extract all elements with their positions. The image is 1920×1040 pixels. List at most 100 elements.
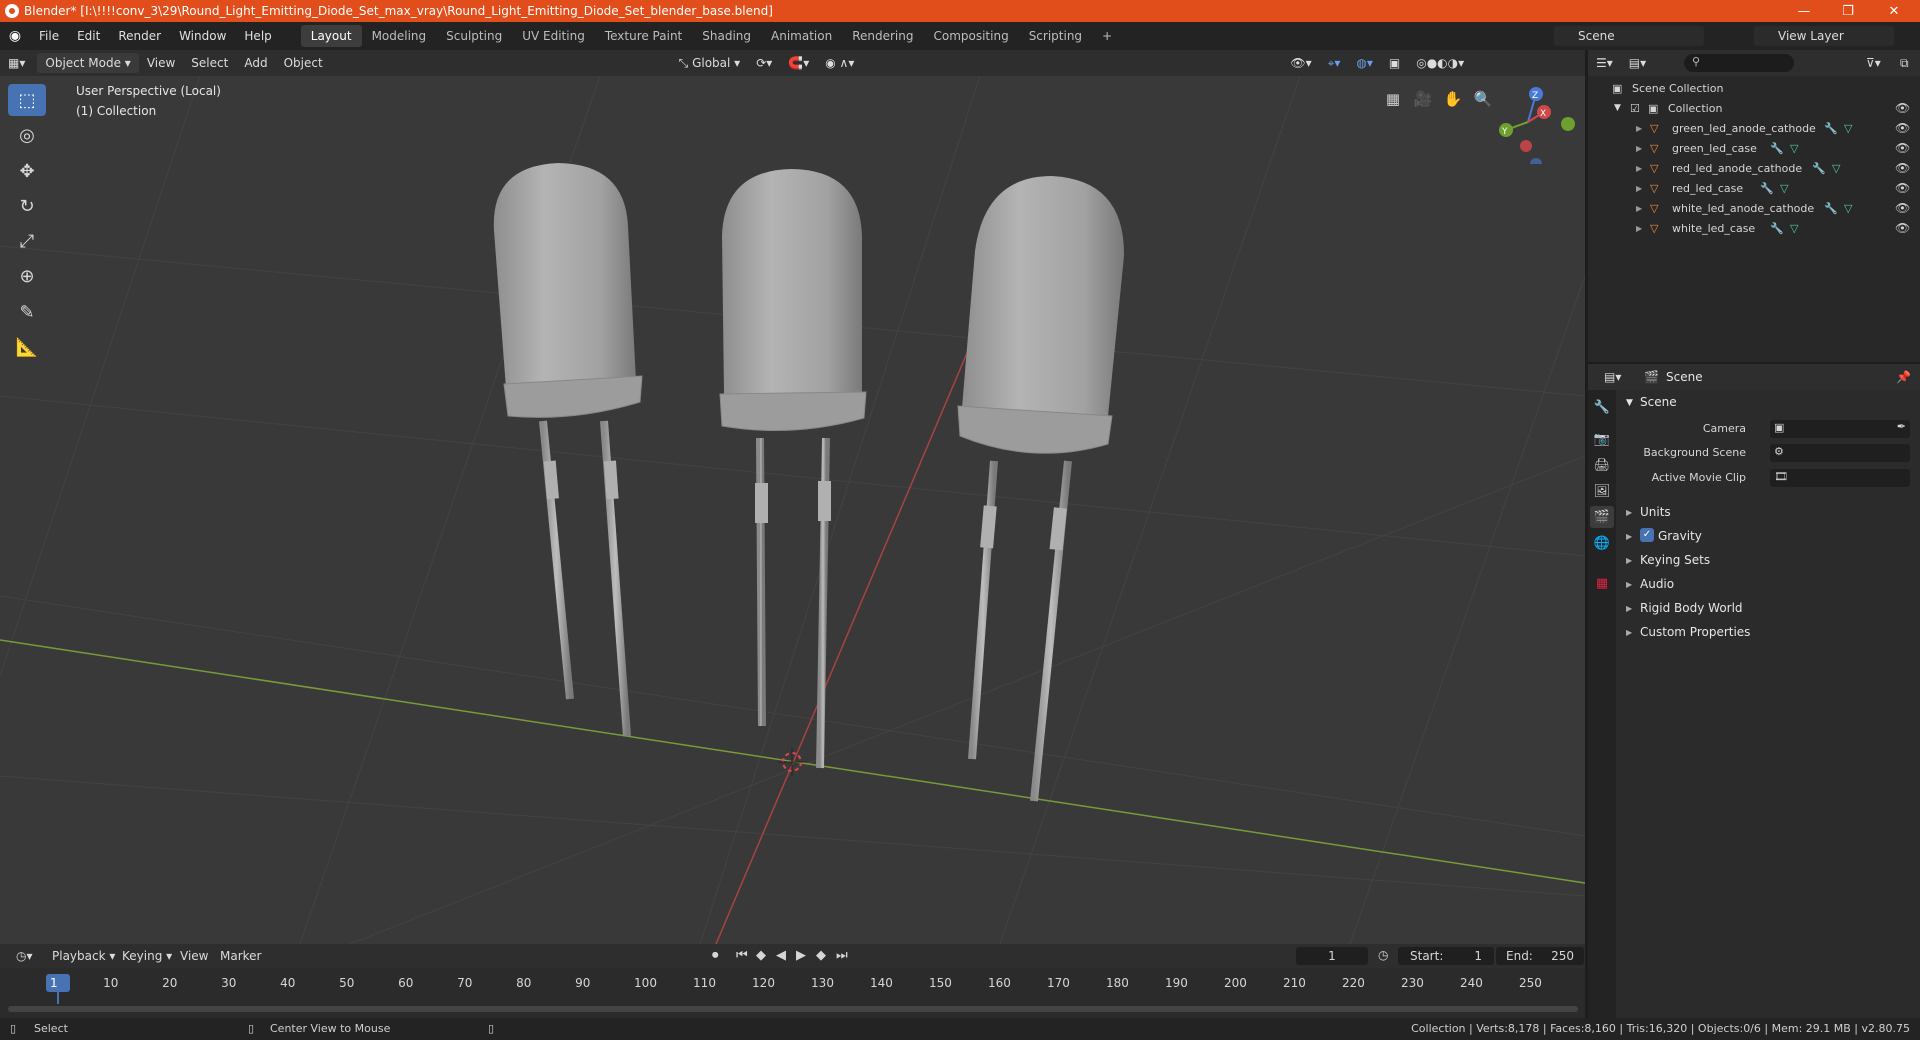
visibility-eye-icon[interactable]: 👁: [1895, 181, 1910, 195]
play-icon[interactable]: ▶: [796, 948, 806, 963]
outliner-editor-type-icon[interactable]: ☰▾: [1588, 53, 1621, 73]
prev-keyframe-icon[interactable]: ◆: [756, 948, 766, 963]
outliner-search-input[interactable]: ⚲: [1684, 54, 1794, 72]
transform-tool-icon[interactable]: ⊕: [8, 260, 46, 292]
modifier-wrench-icon[interactable]: 🔧: [1824, 202, 1838, 215]
custom-properties-section[interactable]: Custom Properties: [1640, 625, 1750, 639]
active-movie-clip-field[interactable]: 🎞: [1770, 469, 1910, 487]
menu-file[interactable]: File: [30, 25, 68, 47]
expand-arrow-icon[interactable]: ▶: [1636, 144, 1642, 153]
gravity-section[interactable]: Gravity: [1658, 529, 1702, 543]
world-tab-icon[interactable]: 🌐: [1590, 532, 1614, 554]
visibility-eye-icon[interactable]: 👁: [1895, 141, 1910, 155]
menu-window[interactable]: Window: [170, 25, 235, 47]
expand-arrow-icon[interactable]: ▶: [1636, 184, 1642, 193]
close-button[interactable]: ✕: [1872, 0, 1916, 22]
navigation-gizmo[interactable]: Z Y X: [1488, 84, 1578, 164]
next-keyframe-icon[interactable]: ◆: [816, 948, 826, 963]
snap-icon[interactable]: 🧲▾: [780, 53, 817, 73]
section-arrow-icon[interactable]: ▶: [1626, 556, 1632, 565]
section-arrow-icon[interactable]: ▶: [1626, 580, 1632, 589]
rotate-tool-icon[interactable]: ↻: [8, 190, 46, 222]
proportional-edit-icon[interactable]: ◉ ∧▾: [817, 53, 862, 73]
workspace-tab-modeling[interactable]: Modeling: [362, 25, 437, 47]
mesh-data-icon[interactable]: ▽: [1832, 162, 1840, 175]
modifier-wrench-icon[interactable]: 🔧: [1812, 162, 1826, 175]
maximize-button[interactable]: ❐: [1826, 0, 1870, 22]
gizmo-toggle-icon[interactable]: ⌖▾: [1320, 53, 1349, 73]
scene-tab-icon[interactable]: 🎬: [1590, 506, 1614, 528]
new-collection-icon[interactable]: ⧉: [1892, 53, 1917, 73]
select-menu[interactable]: Select: [183, 53, 236, 73]
camera-field[interactable]: ▣ ✒: [1770, 420, 1910, 438]
visibility-eye-icon[interactable]: 👁: [1895, 161, 1910, 175]
panel-collapse-arrow-icon[interactable]: ▼: [1626, 398, 1633, 408]
keying-sets-section[interactable]: Keying Sets: [1640, 553, 1710, 567]
outliner-object-row[interactable]: ▶ ▽ green_led_anode_cathode 🔧 ▽ 👁: [1588, 118, 1920, 138]
camera-view-icon[interactable]: 🎥: [1410, 86, 1436, 112]
shading-modes-icon[interactable]: ◎●◐◑▾: [1408, 53, 1472, 73]
clock-icon[interactable]: ◷: [1378, 948, 1388, 962]
minimize-button[interactable]: —: [1782, 0, 1826, 22]
xray-toggle-icon[interactable]: ▣: [1381, 53, 1408, 73]
scene-selector[interactable]: Scene: [1554, 26, 1704, 46]
modifier-wrench-icon[interactable]: 🔧: [1770, 142, 1784, 155]
expand-arrow-icon[interactable]: ▶: [1636, 224, 1642, 233]
units-section[interactable]: Units: [1640, 505, 1671, 519]
move-tool-icon[interactable]: ✥: [8, 155, 46, 187]
workspace-tab-sculpting[interactable]: Sculpting: [436, 25, 512, 47]
workspace-tab-uv-editing[interactable]: UV Editing: [512, 25, 595, 47]
blender-menu-icon[interactable]: ◉: [0, 28, 30, 44]
menu-help[interactable]: Help: [235, 25, 280, 47]
led-2-case[interactable]: [722, 169, 862, 394]
visibility-eye-icon[interactable]: 👁: [1895, 221, 1910, 235]
record-icon[interactable]: ⏺: [712, 948, 719, 963]
expand-arrow-icon[interactable]: ▶: [1636, 124, 1642, 133]
scene-panel-title[interactable]: Scene: [1640, 395, 1677, 409]
tool-tab-icon[interactable]: 🔧: [1590, 396, 1614, 418]
outliner-object-row[interactable]: ▶ ▽ red_led_anode_cathode 🔧 ▽ 👁: [1588, 158, 1920, 178]
render-tab-icon[interactable]: 📷: [1590, 428, 1614, 450]
keying-menu[interactable]: Keying ▾: [114, 946, 180, 966]
timeline-scrollbar[interactable]: [8, 1006, 1578, 1012]
section-arrow-icon[interactable]: ▶: [1626, 604, 1632, 613]
expand-arrow-icon[interactable]: ▶: [1636, 204, 1642, 213]
workspace-tab-texture-paint[interactable]: Texture Paint: [595, 25, 692, 47]
outliner-object-row[interactable]: ▶ ▽ red_led_case 🔧 ▽ 👁: [1588, 178, 1920, 198]
output-tab-icon[interactable]: 🖨: [1590, 454, 1614, 476]
jump-start-icon[interactable]: ⏮: [736, 948, 748, 963]
timeline-editor-type-icon[interactable]: ◷▾: [8, 946, 41, 966]
pin-icon[interactable]: 📌: [1896, 370, 1911, 384]
outliner-object-row[interactable]: ▶ ▽ white_led_case 🔧 ▽ 👁: [1588, 218, 1920, 238]
cursor-tool-icon[interactable]: ◎: [8, 119, 46, 151]
collapse-arrow-icon[interactable]: ▼: [1614, 103, 1621, 113]
pan-hand-icon[interactable]: ✋: [1440, 86, 1466, 112]
3d-viewport[interactable]: User Perspective (Local) (1) Collection …: [0, 76, 1585, 944]
end-frame-field[interactable]: End: 250: [1496, 947, 1584, 965]
view-layer-tab-icon[interactable]: 🖼: [1590, 480, 1614, 502]
mesh-data-icon[interactable]: ▽: [1790, 222, 1798, 235]
view-menu[interactable]: View: [139, 53, 183, 73]
visibility-icon[interactable]: 👁▾: [1282, 53, 1319, 73]
start-frame-field[interactable]: Start: 1: [1398, 947, 1494, 965]
modifier-wrench-icon[interactable]: 🔧: [1760, 182, 1774, 195]
workspace-tab-layout[interactable]: Layout: [300, 25, 362, 47]
view-layer-selector[interactable]: View Layer: [1754, 26, 1894, 46]
filter-icon[interactable]: ⊽▾: [1858, 53, 1889, 73]
mesh-data-icon[interactable]: ▽: [1844, 202, 1852, 215]
marker-menu[interactable]: Marker: [212, 946, 269, 966]
mesh-data-icon[interactable]: ▽: [1790, 142, 1798, 155]
timeline-view-menu[interactable]: View: [172, 946, 216, 966]
workspace-tab-compositing[interactable]: Compositing: [923, 25, 1018, 47]
led-1-case[interactable]: [493, 163, 636, 388]
collection-checkbox-icon[interactable]: ☑: [1630, 102, 1640, 115]
mesh-data-icon[interactable]: ▽: [1780, 182, 1788, 195]
editor-type-icon[interactable]: ▦▾: [0, 53, 33, 73]
visibility-eye-icon[interactable]: 👁: [1895, 201, 1910, 215]
grid-view-icon[interactable]: ▦: [1380, 86, 1406, 112]
annotate-tool-icon[interactable]: ✎: [8, 296, 46, 328]
audio-section[interactable]: Audio: [1640, 577, 1674, 591]
properties-editor-type-icon[interactable]: ▤▾: [1596, 367, 1629, 387]
outliner-object-row[interactable]: ▶ ▽ green_led_case 🔧 ▽ 👁: [1588, 138, 1920, 158]
workspace-tab-shading[interactable]: Shading: [692, 25, 761, 47]
